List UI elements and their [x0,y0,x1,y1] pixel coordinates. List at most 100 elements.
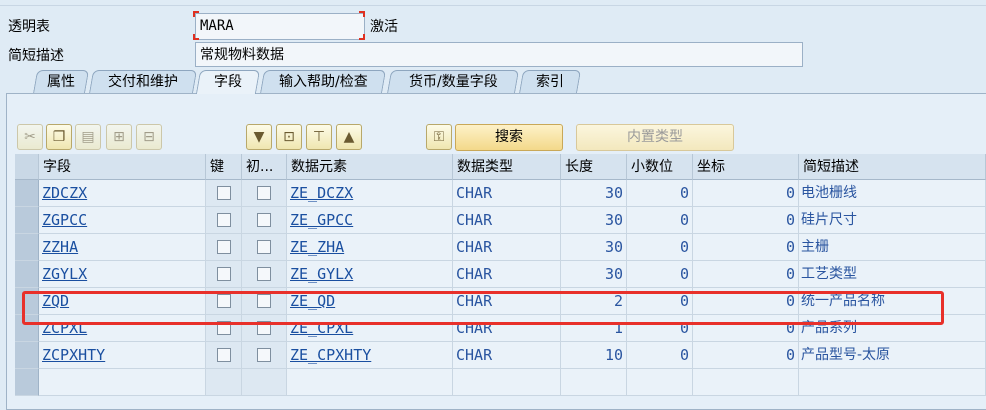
data-element-link[interactable]: ZE_CPXHTY [287,342,453,369]
key-checkbox[interactable] [206,234,242,261]
checkbox[interactable] [216,348,231,362]
key-checkbox[interactable] [206,180,242,207]
field-name-link-text[interactable]: ZGYLX [39,265,87,283]
col-header-field[interactable]: 字段 [39,154,206,180]
initial-checkbox[interactable] [242,207,287,234]
key-checkbox[interactable] [206,261,242,288]
col-header-short-desc[interactable]: 简短描述 [799,154,986,180]
initial-checkbox[interactable] [242,261,287,288]
data-type-value-text: CHAR [456,184,493,202]
col-header-data-element[interactable]: 数据元素 [287,154,453,180]
checkbox[interactable] [257,240,271,254]
delete-row-icon[interactable]: ⊟ [136,124,162,150]
insert-row-icon[interactable]: ⊞ [106,124,132,150]
data-element-link[interactable]: ZE_DCZX [287,180,453,207]
search-button[interactable]: 搜索 [455,124,563,151]
length-value: 10 [561,342,627,369]
field-name-link[interactable]: ZCPXHTY [39,342,206,369]
field-name-link-text[interactable]: ZDCZX [39,184,87,202]
data-element-link-text[interactable]: ZE_DCZX [287,184,353,202]
row-selector[interactable] [15,342,39,369]
key-checkbox[interactable] [206,342,242,369]
checkbox[interactable] [257,213,271,227]
data-element-link-text[interactable]: ZE_CPXHTY [287,346,371,364]
col-header-coordinate[interactable]: 坐标 [693,154,799,180]
focus-corner [193,11,199,17]
tab-index[interactable]: 索引 [518,70,582,94]
data-type-value-text: CHAR [456,265,493,283]
coordinate-value: 0 [693,234,799,261]
data-element-link-text[interactable]: ZE_ZHA [287,238,344,256]
coordinate-value: 0 [693,207,799,234]
data-element-link[interactable] [287,369,453,396]
copy-icon[interactable]: ❐ [46,124,72,150]
data-element-link-text[interactable]: ZE_GYLX [287,265,353,283]
row-selector[interactable] [15,261,39,288]
table-row: ZZHA ZE_ZHA CHAR 30 0 0 主栅 [15,234,986,261]
short-desc-field[interactable]: 常规物料数据 [195,42,803,67]
collapse-icon[interactable]: ▼ [246,124,272,150]
key-checkbox[interactable] [206,207,242,234]
col-header-key[interactable]: 键 [206,154,242,180]
length-value: 30 [561,261,627,288]
short-desc-value: 主栅 [799,234,986,261]
checkbox[interactable] [216,213,231,227]
checkbox[interactable] [216,186,231,200]
field-name-link[interactable]: ZGYLX [39,261,206,288]
col-header-decimals[interactable]: 小数位 [627,154,693,180]
tab-currency-quantity[interactable]: 货币/数量字段 [386,70,520,94]
short-desc-label: 简短描述 [8,48,64,64]
table-row: ZGYLX ZE_GYLX CHAR 30 0 0 工艺类型 [15,261,986,288]
include-icon[interactable]: ⊤ [306,124,332,150]
paste-icon[interactable]: ▤ [75,124,101,150]
table-name-field[interactable]: MARA [195,13,365,40]
data-element-link[interactable]: ZE_GYLX [287,261,453,288]
col-header-data-type[interactable]: 数据类型 [453,154,561,180]
field-name-link[interactable]: ZDCZX [39,180,206,207]
row-selector[interactable] [15,180,39,207]
field-name-link[interactable]: ZZHA [39,234,206,261]
checkbox[interactable] [257,348,271,362]
window-top-border [0,0,986,6]
data-type-value: CHAR [453,234,561,261]
row-selector[interactable] [15,207,39,234]
tab-attributes[interactable]: 属性 [32,70,90,94]
field-name-link-text[interactable]: ZZHA [39,238,78,256]
data-element-link-text[interactable]: ZE_GPCC [287,211,353,229]
builtin-type-button[interactable]: 内置类型 [576,124,734,151]
row-selector-header[interactable] [15,154,39,180]
initial-checkbox[interactable] [242,234,287,261]
structure-icon[interactable]: ▲ [336,124,362,150]
coordinate-value: 0 [693,180,799,207]
initial-checkbox[interactable] [242,369,287,396]
checkbox[interactable] [216,240,231,254]
expand-icon[interactable]: ⊡ [276,124,302,150]
key-icon[interactable]: ⚿ [426,124,452,150]
focus-corner [359,11,365,17]
cut-icon[interactable]: ✂ [17,124,43,150]
initial-checkbox[interactable] [242,342,287,369]
row-selector[interactable] [15,234,39,261]
length-value [561,369,627,396]
table-row: ZGPCC ZE_GPCC CHAR 30 0 0 硅片尺寸 [15,207,986,234]
field-name-link[interactable] [39,369,206,396]
checkbox[interactable] [216,267,231,281]
tab-fields[interactable]: 字段 [195,70,261,94]
field-name-link[interactable]: ZGPCC [39,207,206,234]
focus-corner [193,34,199,40]
key-checkbox[interactable] [206,369,242,396]
col-header-length[interactable]: 长度 [561,154,627,180]
field-name-link-text[interactable]: ZGPCC [39,211,87,229]
field-name-link-text[interactable]: ZCPXHTY [39,346,105,364]
data-element-link[interactable]: ZE_ZHA [287,234,453,261]
checkbox[interactable] [257,267,271,281]
row-selector[interactable] [15,369,39,396]
tab-delivery-maintenance[interactable]: 交付和维护 [88,70,198,94]
initial-checkbox[interactable] [242,180,287,207]
decimals-value: 0 [627,207,693,234]
col-header-initial[interactable]: 初... [242,154,287,180]
decimals-value: 0 [627,261,693,288]
checkbox[interactable] [257,186,271,200]
data-element-link[interactable]: ZE_GPCC [287,207,453,234]
tab-input-help-check[interactable]: 输入帮助/检查 [259,70,387,94]
